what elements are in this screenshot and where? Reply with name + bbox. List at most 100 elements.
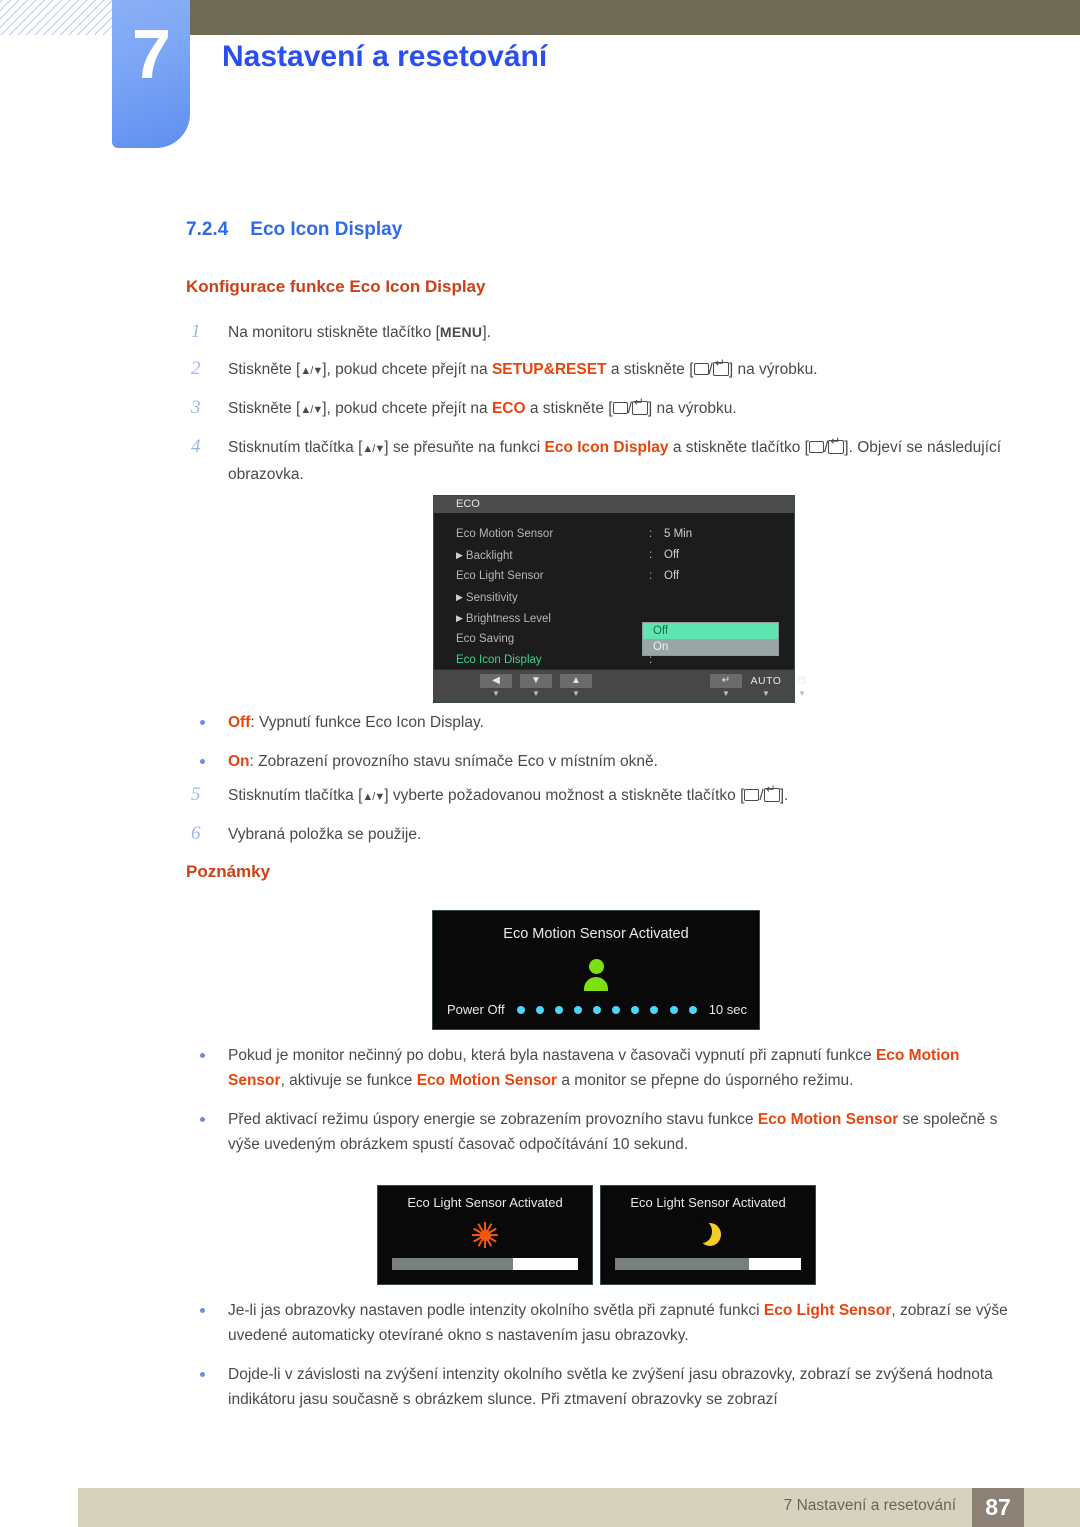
person-body: [584, 977, 608, 991]
bullet-text: Je-li jas obrazovky nastaven podle inten…: [228, 1302, 1008, 1344]
instruction-step: 2 Stiskněte [▲/▼], pokud chcete přejít na…: [186, 357, 1016, 384]
osd-row-colon: :: [649, 549, 653, 561]
section-heading: 7.2.4 Eco Icon Display: [186, 219, 402, 241]
bottom-bullets: Je-li jas obrazovky nastaven podle inten…: [186, 1298, 1016, 1426]
bullet-text: Off: Vypnutí funkce Eco Icon Display.: [228, 714, 484, 731]
moon-cutout: [692, 1220, 712, 1243]
osd-footer-button[interactable]: ↵ ▼: [710, 674, 742, 699]
instruction-step: 5 Stisknutím tlačítka [▲/▼] vyberte požad…: [186, 783, 1016, 810]
osd-row-value: Off: [664, 570, 680, 582]
osd-footer-button[interactable]: ▼ ▼: [520, 674, 552, 699]
chapter-tab: 7: [112, 0, 190, 148]
osd-dropdown-option-off[interactable]: Off: [643, 623, 778, 639]
brightness-bar-fill-sun: [392, 1258, 513, 1270]
eco-light-sensor-popup-sun: Eco Light Sensor Activated: [377, 1185, 593, 1285]
instruction-step: 4 Stisknutím tlačítka [▲/▼] se přesuňte n…: [186, 435, 1016, 487]
bullet-text: Před aktivací režimu úspory energie se z…: [228, 1111, 998, 1153]
osd-footer-button-glyph: ↵: [710, 674, 742, 688]
step-index: 2: [191, 358, 201, 379]
bullet-item: Pokud je monitor nečinný po dobu, která …: [186, 1043, 1016, 1093]
brightness-bar-sun: [392, 1258, 578, 1270]
osd-row-label: Eco Saving: [456, 633, 515, 645]
osd-footer-button[interactable]: ◀ ▼: [480, 674, 512, 699]
section-number: 7.2.4: [186, 219, 229, 240]
osd-row-arrow-icon: ▶: [456, 613, 463, 623]
osd-row[interactable]: Eco Motion Sensor:5 Min: [456, 524, 776, 545]
instruction-step: 3 Stiskněte [▲/▼], pokud chcete přejít na…: [186, 396, 1016, 423]
bullet-item: On: Zobrazení provozního stavu snímače E…: [186, 749, 1016, 774]
eco-light-sensor-popup-moon: Eco Light Sensor Activated: [600, 1185, 816, 1285]
osd-row-label: ▶ Sensitivity: [456, 587, 518, 609]
osd-row-arrow-icon: ▶: [456, 550, 463, 560]
osd-row-arrow-icon: ▶: [456, 592, 463, 602]
instruction-steps-top: 1 Na monitoru stiskněte tlačítko [MENU]. 2…: [186, 320, 1016, 499]
step-index: 1: [191, 321, 201, 342]
notes-heading: Poznámky: [186, 862, 271, 881]
bullet-item: Off: Vypnutí funkce Eco Icon Display.: [186, 710, 1016, 735]
osd-footer-button-subarrow-icon: ▼: [532, 689, 540, 698]
countdown-dot: [631, 1005, 640, 1014]
osd-button-bar: ◀ ▼ ▼ ▼ ▲ ▼ ↵ ▼ AUTO ▼ ⏻ ▼: [434, 669, 806, 702]
bullet-text: On: Zobrazení provozního stavu snímače E…: [228, 753, 658, 770]
step-text: Stisknutím tlačítka [▲/▼] se přesuňte na…: [228, 435, 1002, 483]
instruction-steps-bottom: 5 Stisknutím tlačítka [▲/▼] vyberte požad…: [186, 783, 1016, 859]
osd-footer-button[interactable]: AUTO ▼: [750, 674, 782, 699]
brightness-bar-fill-moon: [615, 1258, 749, 1270]
section-title: Eco Icon Display: [250, 219, 403, 240]
notes-bullets: Pokud je monitor nečinný po dobu, která …: [186, 1043, 1016, 1171]
bullet-item: Je-li jas obrazovky nastaven podle inten…: [186, 1298, 1016, 1348]
osd-row-label: ▶ Brightness Level: [456, 608, 551, 630]
countdown-time-label: 10 sec: [708, 1002, 747, 1017]
osd-title: ECO: [434, 496, 794, 513]
bullet-item: Před aktivací režimu úspory energie se z…: [186, 1107, 1016, 1157]
osd-footer-button-glyph: ⏻: [797, 675, 807, 687]
osd-footer-button-glyph: ▲: [560, 674, 592, 688]
sub-heading: Konfigurace funkce Eco Icon Display: [186, 277, 486, 296]
osd-footer-button-glyph: ▼: [520, 674, 552, 688]
osd-row-value: 5 Min: [664, 528, 693, 540]
moon-icon: [692, 1220, 721, 1248]
sun-icon: [472, 1222, 499, 1248]
instruction-step: 1 Na monitoru stiskněte tlačítko [MENU].: [186, 320, 1016, 345]
osd-row[interactable]: ▶ Sensitivity: [456, 587, 776, 608]
countdown-dot: [535, 1005, 544, 1014]
osd-footer-button-subarrow-icon: ▼: [722, 689, 730, 698]
osd-dropdown-option-on[interactable]: On: [643, 639, 778, 655]
eco-motion-sensor-popup: Eco Motion Sensor Activated Power Off 10…: [432, 910, 760, 1030]
osd-footer-button-subarrow-icon: ▼: [762, 689, 770, 698]
osd-row-colon: :: [649, 528, 653, 540]
osd-row-colon: :: [649, 570, 653, 582]
osd-footer-button[interactable]: ⏻ ▼: [786, 674, 818, 699]
step-text: Vybraná položka se použije.: [228, 826, 422, 843]
countdown-dots: [505, 1005, 709, 1014]
osd-menu-screenshot: ECO Eco Motion Sensor:5 Min ▶ Backlight: Of…: [433, 495, 806, 703]
countdown-dot: [688, 1005, 697, 1014]
step-text: Na monitoru stiskněte tlačítko [MENU].: [228, 324, 491, 341]
step-index: 6: [191, 823, 201, 844]
step-index: 4: [191, 436, 201, 457]
chapter-number: 7: [132, 15, 171, 93]
option-bullets: Off: Vypnutí funkce Eco Icon Display. On:…: [186, 710, 1016, 788]
step-text: Stiskněte [▲/▼], pokud chcete přejít na …: [228, 357, 818, 378]
osd-row-label: Eco Icon Display: [456, 654, 542, 666]
countdown-dot: [593, 1005, 602, 1014]
osd-footer-button-subarrow-icon: ▼: [492, 689, 500, 698]
osd-footer-button[interactable]: ▲ ▼: [560, 674, 592, 699]
osd-footer-button-subarrow-icon: ▼: [798, 689, 806, 698]
sun-core: [480, 1230, 491, 1241]
motion-popup-footer: Power Off 10 sec: [447, 1002, 747, 1017]
step-index: 3: [191, 397, 201, 418]
osd-footer-button-glyph: ◀: [480, 674, 512, 688]
footer-text: 7 Nastavení a resetování: [783, 1497, 956, 1514]
osd-row[interactable]: Eco Light Sensor: Off: [456, 566, 776, 587]
countdown-dot: [669, 1005, 678, 1014]
countdown-dot: [516, 1005, 525, 1014]
osd-row[interactable]: ▶ Backlight: Off: [456, 545, 776, 566]
countdown-dot: [554, 1005, 563, 1014]
osd-dropdown[interactable]: Off On: [642, 622, 779, 656]
step-index: 5: [191, 784, 201, 805]
chapter-title: Nastavení a resetování: [222, 40, 548, 73]
header-olive-bar: [112, 0, 1080, 35]
page-number: 87: [972, 1488, 1024, 1527]
osd-footer-button-glyph: AUTO: [750, 675, 782, 687]
